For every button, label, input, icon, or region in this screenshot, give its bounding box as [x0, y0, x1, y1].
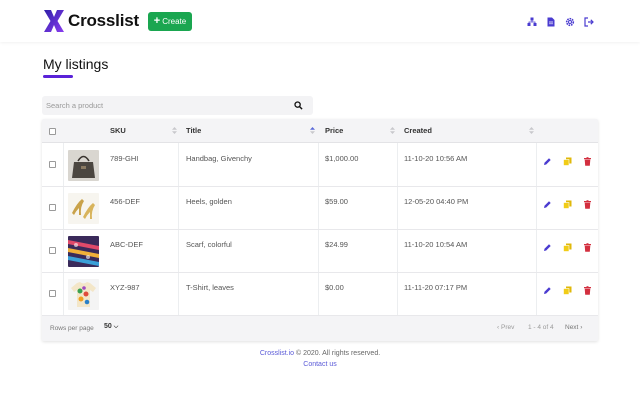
sort-icon[interactable]	[172, 127, 177, 134]
created-cell: 11-11-20 07:17 PM	[404, 283, 468, 292]
pagination-range: 1 - 4 of 4	[528, 324, 554, 331]
plus-icon: +	[153, 15, 161, 27]
product-thumbnail[interactable]	[68, 150, 99, 181]
create-button[interactable]: + Create	[148, 12, 192, 31]
delete-icon[interactable]	[583, 196, 592, 209]
chevron-down-icon: ⌵	[113, 324, 119, 330]
brand-link[interactable]: Crosslist.io	[260, 350, 294, 357]
search-icon[interactable]	[294, 101, 303, 110]
sku-cell: XYZ-987	[110, 283, 140, 292]
page-title: My listings	[43, 56, 109, 72]
title-cell: T-Shirt, leaves	[186, 283, 234, 292]
next-page-button[interactable]: Next ›	[565, 324, 582, 331]
next-page-label: Next	[565, 324, 579, 331]
column-header-price[interactable]: Price	[325, 126, 343, 135]
heels-image	[68, 193, 99, 224]
table-header: SKU Title Price Created	[42, 119, 598, 143]
tshirt-image	[68, 279, 99, 310]
edit-icon[interactable]	[543, 153, 552, 165]
sort-icon[interactable]	[529, 127, 534, 134]
delete-icon[interactable]	[583, 239, 592, 252]
sort-asc-icon[interactable]	[310, 127, 315, 134]
delete-icon[interactable]	[583, 153, 592, 166]
create-button-label: Create	[162, 17, 187, 26]
crosslist-logo-icon	[44, 10, 64, 32]
column-header-sku[interactable]: SKU	[110, 126, 126, 135]
handbag-image	[68, 150, 99, 181]
top-bar: Crosslist + Create	[0, 0, 640, 42]
edit-icon[interactable]	[543, 196, 552, 208]
search-bar	[42, 96, 313, 115]
header-actions	[527, 14, 594, 27]
created-cell: 11-10-20 10:54 AM	[404, 240, 468, 249]
prev-page-button[interactable]: ‹ Prev	[497, 324, 514, 331]
title-cell: Heels, golden	[186, 197, 232, 206]
product-thumbnail[interactable]	[68, 236, 99, 267]
product-thumbnail[interactable]	[68, 193, 99, 224]
prev-page-label: Prev	[500, 324, 515, 331]
price-cell: $0.00	[325, 283, 344, 292]
rows-per-page-value: 50	[104, 323, 112, 330]
copyright-line: Crosslist.io © 2020. All rights reserved…	[0, 350, 640, 357]
sku-cell: 789-GHI	[110, 154, 139, 163]
row-checkbox[interactable]	[49, 290, 56, 297]
chevron-right-icon: ›	[580, 324, 583, 331]
title-cell: Handbag, Givenchy	[186, 154, 252, 163]
sku-cell: 456-DEF	[110, 197, 141, 206]
settings-icon[interactable]	[565, 14, 575, 27]
created-cell: 11-10-20 10:56 AM	[404, 154, 468, 163]
table-row[interactable]: ABC-DEF Scarf, colorful $24.99 11-10-20 …	[42, 230, 598, 273]
brand-logo[interactable]: Crosslist	[42, 9, 139, 33]
network-icon[interactable]	[527, 14, 537, 26]
select-all-checkbox[interactable]	[49, 128, 56, 135]
price-cell: $1,000.00	[325, 154, 359, 163]
edit-icon[interactable]	[543, 239, 552, 251]
table-footer: Rows per page 50 ⌵ ‹ Prev 1 - 4 of 4 Nex…	[42, 316, 598, 341]
contact-link[interactable]: Contact us	[303, 361, 336, 368]
table-row[interactable]: 789-GHI Handbag, Givenchy $1,000.00 11-1…	[42, 144, 598, 187]
edit-icon[interactable]	[543, 282, 552, 294]
table-row[interactable]: 456-DEF Heels, golden $59.00 12-05-20 04…	[42, 187, 598, 230]
duplicate-icon[interactable]	[563, 153, 572, 166]
sort-icon[interactable]	[390, 127, 395, 134]
page-footer: Crosslist.io © 2020. All rights reserved…	[0, 350, 640, 368]
price-cell: $24.99	[325, 240, 348, 249]
chevron-left-icon: ‹	[497, 324, 500, 331]
copyright-text: © 2020. All rights reserved.	[294, 350, 381, 357]
listings-table: SKU Title Price Created 789-GHI Handbag,…	[42, 119, 598, 341]
column-header-created[interactable]: Created	[404, 126, 432, 135]
row-checkbox[interactable]	[49, 247, 56, 254]
logout-icon[interactable]	[584, 14, 594, 27]
duplicate-icon[interactable]	[563, 282, 572, 295]
row-checkbox[interactable]	[49, 204, 56, 211]
delete-icon[interactable]	[583, 282, 592, 295]
row-checkbox[interactable]	[49, 161, 56, 168]
duplicate-icon[interactable]	[563, 239, 572, 252]
rows-per-page-select[interactable]: 50 ⌵	[104, 323, 118, 331]
column-header-title[interactable]: Title	[186, 126, 201, 135]
created-cell: 12-05-20 04:40 PM	[404, 197, 469, 206]
table-row[interactable]: XYZ-987 T-Shirt, leaves $0.00 11-11-20 0…	[42, 273, 598, 316]
product-thumbnail[interactable]	[68, 279, 99, 310]
title-underline	[43, 75, 73, 78]
search-input[interactable]	[46, 98, 286, 113]
rows-per-page-label: Rows per page	[50, 325, 94, 332]
duplicate-icon[interactable]	[563, 196, 572, 209]
scarf-image	[68, 236, 99, 267]
title-cell: Scarf, colorful	[186, 240, 232, 249]
sku-cell: ABC-DEF	[110, 240, 143, 249]
brand-name: Crosslist	[68, 11, 139, 30]
document-icon[interactable]	[546, 14, 556, 27]
price-cell: $59.00	[325, 197, 348, 206]
